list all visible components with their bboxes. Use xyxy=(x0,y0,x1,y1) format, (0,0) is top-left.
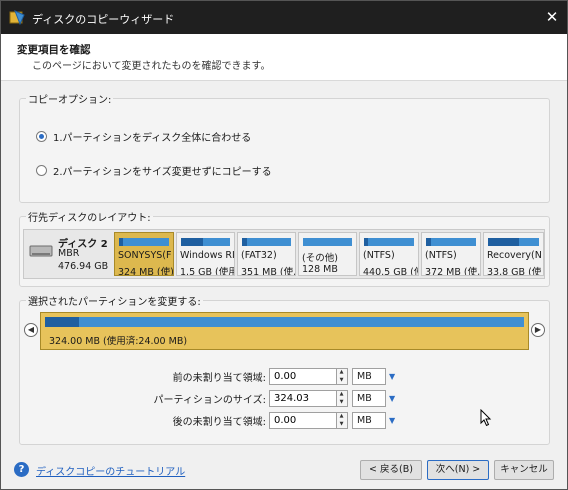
target-layout-legend: 行先ディスクのレイアウト: xyxy=(28,213,151,224)
field-label: 前の未割り当て領域: xyxy=(172,372,266,384)
partition-usage-bar xyxy=(426,238,476,246)
chevron-down-icon[interactable]: ▼ xyxy=(389,372,399,381)
partition-block[interactable]: (その他) 128 MB xyxy=(298,232,357,276)
close-icon[interactable]: ✕ xyxy=(537,1,567,34)
page-title: 変更項目を確認 xyxy=(17,44,91,56)
partition-block[interactable]: (NTFS) 372 MB (使, xyxy=(421,232,481,276)
partition-used-fill xyxy=(181,238,204,246)
copy-options-legend: コピーオプション: xyxy=(28,95,112,106)
tutorial-link[interactable]: ディスクコピーのチュートリアル xyxy=(36,463,185,478)
partition-size-input[interactable] xyxy=(269,389,337,407)
unit-select[interactable]: MB xyxy=(352,411,386,429)
unit-select[interactable]: MB xyxy=(352,367,386,385)
partition-size: 440.5 GB (使 xyxy=(363,267,419,276)
spin-down-icon[interactable]: ▼ xyxy=(337,377,346,384)
partition-size: 128 MB xyxy=(302,264,338,275)
partition-usage-bar xyxy=(242,238,291,246)
page-description: このページにおいて変更されたものを確認できます。 xyxy=(32,61,271,72)
spin-up-icon[interactable]: ▲ xyxy=(337,369,346,376)
mouse-cursor-icon xyxy=(480,409,492,427)
radio-fit-disk[interactable] xyxy=(36,130,47,142)
field-label: 後の未割り当て領域: xyxy=(172,416,266,428)
resize-partition-label: 324.00 MB (使用済:24.00 MB) xyxy=(49,336,188,347)
disk-copy-wizard-window: ディスクのコピーウィザード ✕ 変更項目を確認 このページにおいて変更されたもの… xyxy=(0,0,568,490)
app-icon xyxy=(9,10,25,26)
title-bar: ディスクのコピーウィザード ✕ xyxy=(1,1,567,34)
partition-usage-bar xyxy=(303,238,352,246)
partition-block[interactable]: (NTFS) 440.5 GB (使 xyxy=(359,232,419,276)
partition-size: 351 MB (使, xyxy=(241,267,296,276)
partition-name: Recovery(N xyxy=(487,250,542,261)
copy-options-group: コピーオプション: xyxy=(19,91,550,203)
partition-block[interactable]: Recovery(N 33.8 GB (使 xyxy=(483,232,544,276)
partition-used-fill xyxy=(426,238,431,246)
partition-used-fill xyxy=(488,238,519,246)
unallocated-before-input[interactable] xyxy=(269,367,337,385)
resize-used-fill xyxy=(45,317,79,327)
partition-name: (その他) xyxy=(302,253,338,264)
back-button[interactable]: < 戻る(B) xyxy=(360,460,422,480)
partition-name: Windows RI xyxy=(180,250,235,261)
chevron-down-icon[interactable]: ▼ xyxy=(389,394,399,403)
footer: ? ディスクコピーのチュートリアル < 戻る(B) 次へ(N) > キャンセル xyxy=(1,451,567,489)
cancel-button[interactable]: キャンセル xyxy=(494,460,554,480)
unallocated-before-row: 前の未割り当て領域: ▲▼ MB ▼ xyxy=(141,367,399,385)
unit-select[interactable]: MB xyxy=(352,389,386,407)
partition-usage-bar xyxy=(181,238,230,246)
next-button[interactable]: 次へ(N) > xyxy=(427,460,489,480)
partition-block[interactable]: (FAT32) 351 MB (使, xyxy=(237,232,296,276)
disk-info[interactable]: ディスク 2 MBR 476.94 GB xyxy=(24,230,112,278)
chevron-down-icon[interactable]: ▼ xyxy=(389,416,399,425)
copy-option-label: 2.パーティションをサイズ変更せずにコピーする xyxy=(53,166,272,178)
copy-option-no-resize[interactable]: 2.パーティションをサイズ変更せずにコピーする xyxy=(36,163,272,178)
window-title: ディスクのコピーウィザード xyxy=(32,13,175,26)
radio-no-resize[interactable] xyxy=(36,164,47,176)
partition-name: SONYSYS(F xyxy=(118,250,172,261)
partition-usage-bar xyxy=(119,238,169,246)
copy-option-fit-disk[interactable]: 1.パーティションをディスク全体に合わせる xyxy=(36,129,252,144)
partition-usage-bar xyxy=(488,238,539,246)
copy-option-label: 1.パーティションをディスク全体に合わせる xyxy=(53,132,252,144)
hard-disk-icon xyxy=(29,245,53,257)
partition-size: 1.5 GB (使用 xyxy=(180,267,235,276)
spin-down-icon[interactable]: ▼ xyxy=(337,399,346,406)
partition-size-spinner[interactable]: ▲ ▼ xyxy=(337,389,348,407)
partition-size-row: パーティションのサイズ: ▲▼ MB ▼ xyxy=(141,389,399,407)
disk-size: 476.94 GB xyxy=(58,261,109,272)
partition-block[interactable]: SONYSYS(F 324 MB (使) xyxy=(114,232,174,276)
unallocated-before-spinner[interactable]: ▲ ▼ xyxy=(337,367,348,385)
chevron-right-icon[interactable]: ▶ xyxy=(531,323,545,337)
partition-name: (FAT32) xyxy=(241,250,277,261)
partition-size: 33.8 GB (使 xyxy=(487,267,542,276)
spin-up-icon[interactable]: ▲ xyxy=(337,391,346,398)
field-label: パーティションのサイズ: xyxy=(153,394,266,406)
partition-used-fill xyxy=(242,238,247,246)
partition-used-fill xyxy=(364,238,368,246)
partition-name: (NTFS) xyxy=(363,250,395,261)
spin-down-icon[interactable]: ▼ xyxy=(337,421,346,428)
resize-partition-legend: 選択されたパーティションを変更する: xyxy=(28,297,201,308)
unallocated-after-input[interactable] xyxy=(269,411,337,429)
partition-usage-bar xyxy=(364,238,414,246)
unallocated-after-spinner[interactable]: ▲ ▼ xyxy=(337,411,348,429)
disk-map: ディスク 2 MBR 476.94 GB SONYSYS(F 324 MB (使… xyxy=(23,229,545,279)
partition-used-fill xyxy=(119,238,123,246)
disk-type: MBR xyxy=(58,248,80,259)
help-icon[interactable]: ? xyxy=(14,462,29,477)
partition-name: (NTFS) xyxy=(425,250,457,261)
spin-up-icon[interactable]: ▲ xyxy=(337,413,346,420)
partition-block[interactable]: Windows RI 1.5 GB (使用 xyxy=(176,232,235,276)
chevron-left-icon[interactable]: ◀ xyxy=(24,323,38,337)
unallocated-after-row: 後の未割り当て領域: ▲▼ MB ▼ xyxy=(141,411,399,429)
page-header: 変更項目を確認 このページにおいて変更されたものを確認できます。 xyxy=(1,34,567,81)
partition-size: 372 MB (使, xyxy=(425,267,481,276)
partition-resize-bar[interactable]: 324.00 MB (使用済:24.00 MB) xyxy=(40,312,529,350)
partition-size: 324 MB (使) xyxy=(118,267,174,276)
resize-usage-bar xyxy=(45,317,524,327)
